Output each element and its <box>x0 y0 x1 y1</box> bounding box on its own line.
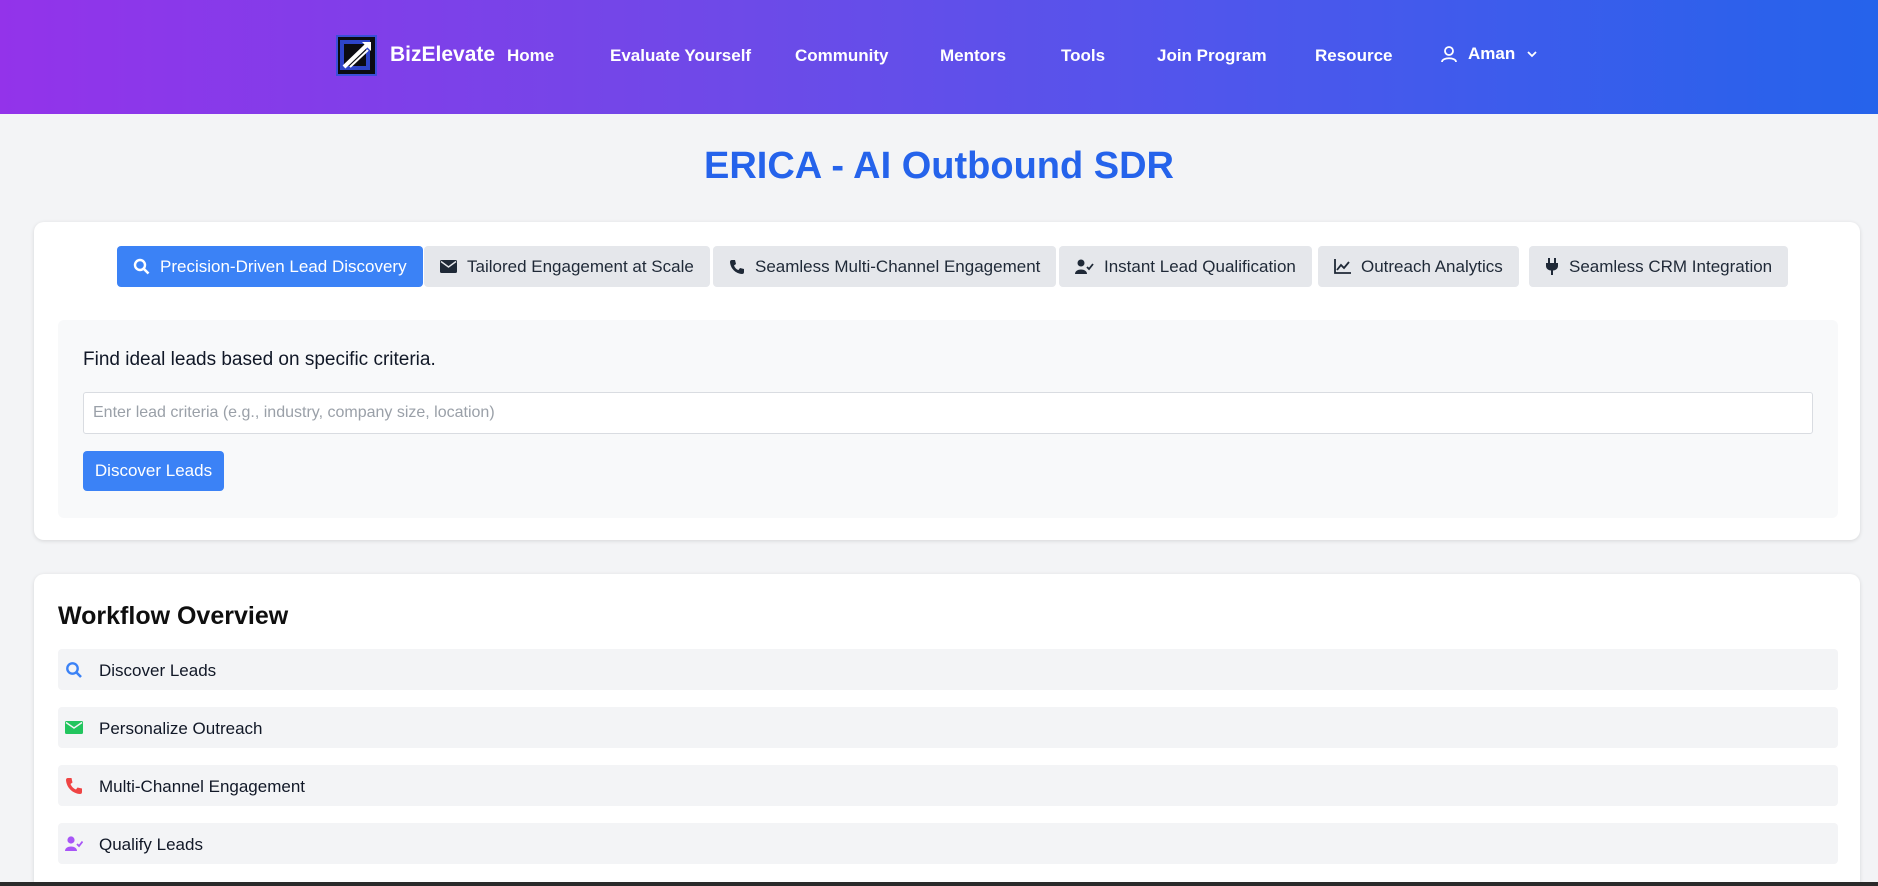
workflow-step-label: Qualify Leads <box>99 835 203 854</box>
discover-leads-button[interactable]: Discover Leads <box>83 451 224 491</box>
search-icon <box>66 662 82 678</box>
nav-join-program[interactable]: Join Program <box>1157 46 1267 66</box>
list-item <box>58 823 1838 864</box>
envelope-icon <box>65 721 83 734</box>
list-item <box>58 707 1838 748</box>
brand-name[interactable]: BizElevate <box>390 43 495 67</box>
tab-label: Seamless CRM Integration <box>1569 256 1773 276</box>
tab-label: Outreach Analytics <box>1361 256 1503 276</box>
tab-crm-integration[interactable]: Seamless CRM Integration <box>1529 246 1789 287</box>
tab-multi-channel[interactable]: Seamless Multi-Channel Engagement <box>713 246 1057 287</box>
user-menu[interactable]: Aman <box>1440 44 1539 64</box>
tab-outreach-analytics[interactable]: Outreach Analytics <box>1318 246 1519 287</box>
tab-lead-qualification[interactable]: Instant Lead Qualification <box>1059 246 1312 287</box>
plug-icon <box>1546 258 1558 275</box>
tab-label: Seamless Multi-Channel Engagement <box>755 256 1041 276</box>
nav-resource[interactable]: Resource <box>1315 46 1392 66</box>
tab-lead-discovery[interactable]: Precision-Driven Lead Discovery <box>117 246 423 287</box>
tab-label: Tailored Engagement at Scale <box>467 256 694 276</box>
workflow-step-label: Multi-Channel Engagement <box>99 777 306 796</box>
phone-icon <box>66 778 82 794</box>
nav-community[interactable]: Community <box>795 46 889 66</box>
user-check-icon <box>1075 259 1094 274</box>
top-navbar: BizElevate Home Evaluate Yourself Commun… <box>0 0 1878 114</box>
list-item <box>58 649 1838 690</box>
search-icon <box>133 258 150 275</box>
chart-line-icon <box>1334 259 1351 274</box>
workflow-title: Workflow Overview <box>58 602 289 630</box>
phone-icon <box>730 259 744 274</box>
workflow-step-label: Personalize Outreach <box>99 719 263 738</box>
user-check-icon <box>65 836 83 851</box>
tab-label: Instant Lead Qualification <box>1104 256 1296 276</box>
workflow-step-label: Discover Leads <box>99 661 217 680</box>
tab-tailored-engagement[interactable]: Tailored Engagement at Scale <box>424 246 710 287</box>
nav-tools[interactable]: Tools <box>1061 46 1105 66</box>
envelope-icon <box>440 260 457 273</box>
lead-criteria-input[interactable] <box>83 392 1813 434</box>
window-bottom-edge <box>0 882 1878 886</box>
nav-mentors[interactable]: Mentors <box>940 46 1006 66</box>
nav-home[interactable]: Home <box>507 46 554 66</box>
user-icon <box>1441 46 1457 63</box>
tab-label: Precision-Driven Lead Discovery <box>160 256 407 276</box>
list-item <box>58 765 1838 806</box>
brand-logo-icon[interactable] <box>336 35 377 76</box>
chevron-down-icon <box>1527 51 1537 58</box>
page-title: ERICA - AI Outbound SDR <box>703 145 1174 187</box>
panel-description: Find ideal leads based on specific crite… <box>83 349 436 370</box>
user-name: Aman <box>1468 44 1516 63</box>
nav-evaluate-yourself[interactable]: Evaluate Yourself <box>610 46 751 66</box>
